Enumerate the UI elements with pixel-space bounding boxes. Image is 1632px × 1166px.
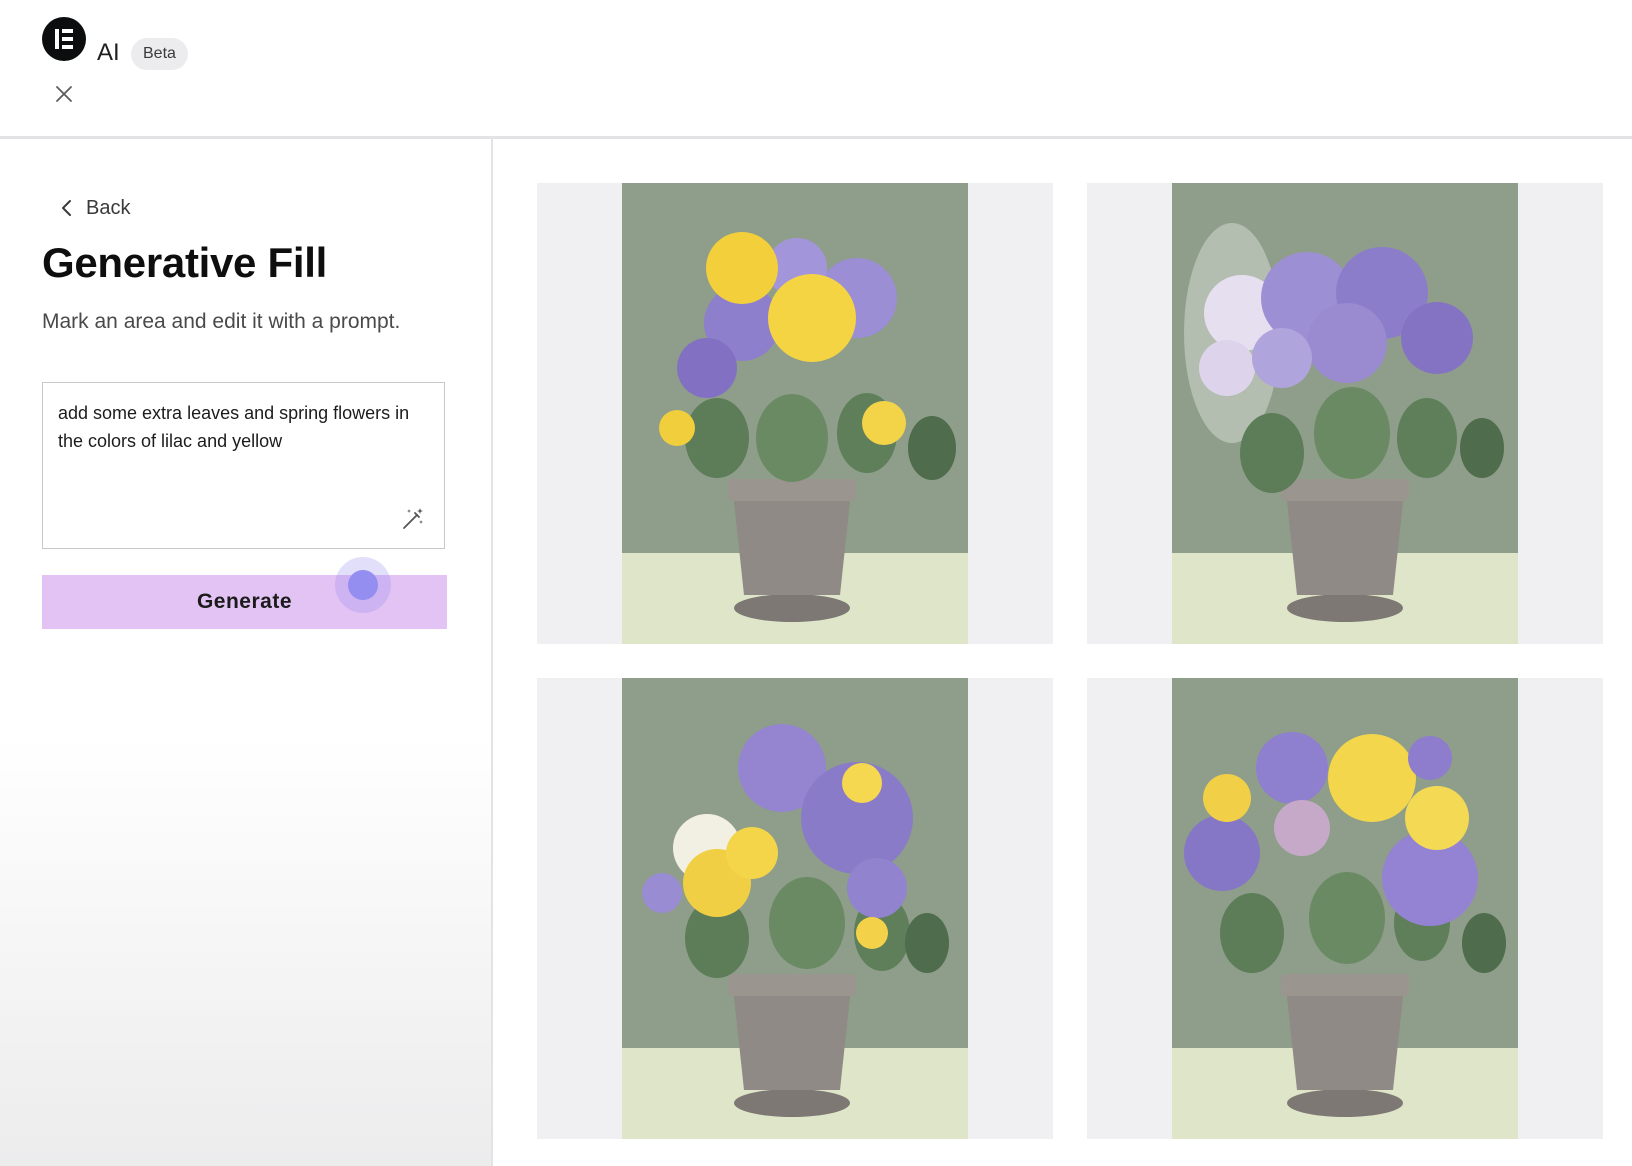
close-icon xyxy=(56,86,72,102)
elementor-logo-icon xyxy=(42,17,86,61)
flower-pot-image xyxy=(622,678,968,1139)
back-button[interactable]: Back xyxy=(60,193,130,223)
chevron-left-icon xyxy=(62,200,71,216)
magic-wand-icon[interactable] xyxy=(400,506,426,532)
result-image-2[interactable] xyxy=(1087,183,1603,644)
panel-title: Generative Fill xyxy=(42,239,327,286)
results-gallery xyxy=(493,139,1632,1166)
generative-fill-panel: Back Generative Fill Mark an area and ed… xyxy=(0,139,493,1166)
prompt-text[interactable]: add some extra leaves and spring flowers… xyxy=(58,399,418,455)
flower-pot-image xyxy=(1172,183,1518,644)
close-button[interactable] xyxy=(52,82,76,106)
beta-badge: Beta xyxy=(131,38,188,70)
prompt-input[interactable]: add some extra leaves and spring flowers… xyxy=(42,382,445,549)
mouse-cursor-indicator xyxy=(335,557,391,613)
top-bar: AI Beta xyxy=(0,0,1632,139)
flower-pot-image xyxy=(622,183,968,644)
back-label: Back xyxy=(86,196,131,219)
flower-pot-image xyxy=(1172,678,1518,1139)
app-name: AI xyxy=(97,39,120,66)
panel-subtitle: Mark an area and edit it with a prompt. xyxy=(42,310,401,333)
result-image-4[interactable] xyxy=(1087,678,1603,1139)
result-image-3[interactable] xyxy=(537,678,1053,1139)
result-image-1[interactable] xyxy=(537,183,1053,644)
